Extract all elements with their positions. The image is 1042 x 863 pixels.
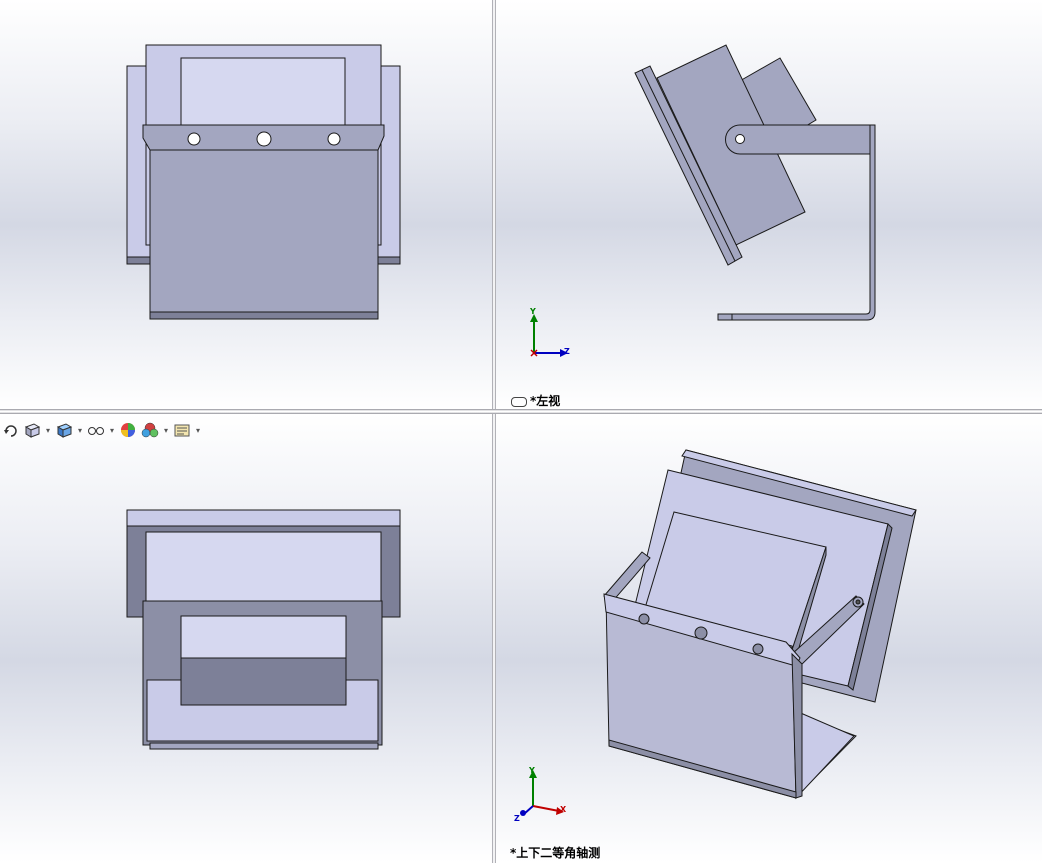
link-views-icon[interactable] xyxy=(511,396,527,407)
triad-z-label: Z xyxy=(514,814,520,823)
triad-y-label: Y xyxy=(529,766,535,775)
left-view-model xyxy=(634,44,876,321)
vertical-viewport-splitter[interactable] xyxy=(492,0,496,863)
top-view-model xyxy=(126,509,401,750)
view-name-label: *左视 xyxy=(511,392,560,409)
isometric-view-model xyxy=(603,449,917,800)
viewport-bottom-right[interactable]: Y X Z *上下二等角轴测 xyxy=(496,414,1042,863)
triad-x-label: X xyxy=(560,805,567,814)
triad-y-label: Y xyxy=(530,307,536,316)
triad-z-label: Z xyxy=(564,347,570,356)
front-view-model xyxy=(126,44,401,320)
viewport-bottom-left[interactable]: ▾ ▾ ▾ ▾ ▾ xyxy=(0,414,492,863)
view-name-text: *左视 xyxy=(530,394,561,408)
viewport-top-left[interactable] xyxy=(0,0,492,409)
view-name-text: *上下二等角轴测 xyxy=(510,846,601,860)
viewport-top-right[interactable]: Y Z *左视 xyxy=(496,0,1042,409)
horizontal-viewport-splitter[interactable] xyxy=(0,409,1042,414)
view-name-label: *上下二等角轴测 xyxy=(510,844,600,861)
